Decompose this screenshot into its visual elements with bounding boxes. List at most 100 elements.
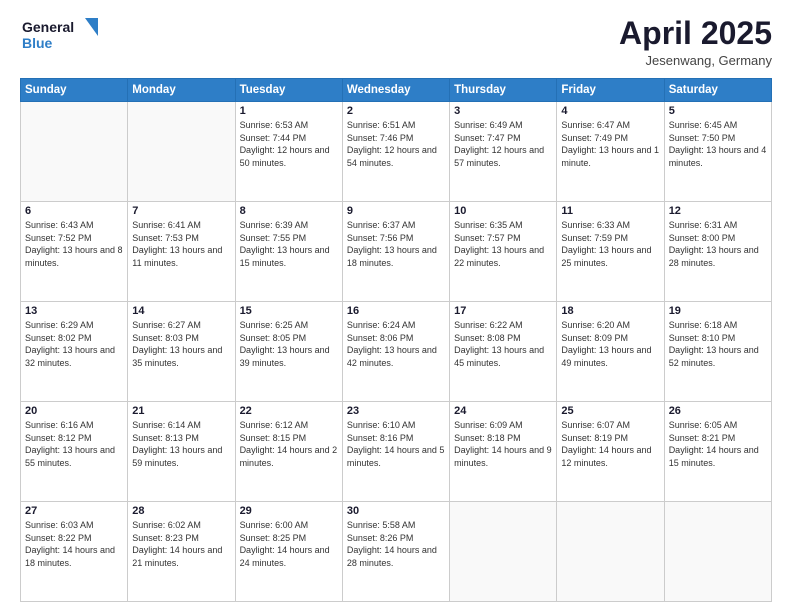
logo-icon: GeneralBlue xyxy=(20,16,100,56)
calendar-table: SundayMondayTuesdayWednesdayThursdayFrid… xyxy=(20,78,772,602)
calendar-cell: 7 Sunrise: 6:41 AM Sunset: 7:53 PM Daylig… xyxy=(128,202,235,302)
day-number: 17 xyxy=(454,305,552,317)
calendar-cell: 9 Sunrise: 6:37 AM Sunset: 7:56 PM Daylig… xyxy=(342,202,449,302)
calendar-cell: 19Sunrise: 6:18 AM Sunset: 8:10 PM Dayli… xyxy=(664,302,771,402)
weekday-header-thursday: Thursday xyxy=(450,79,557,102)
calendar-week-row: 6 Sunrise: 6:43 AM Sunset: 7:52 PM Daylig… xyxy=(21,202,772,302)
calendar-cell xyxy=(21,102,128,202)
day-number: 21 xyxy=(132,405,230,417)
day-info: Sunrise: 6:35 AM Sunset: 7:57 PM Dayligh… xyxy=(454,219,552,269)
calendar-cell xyxy=(128,102,235,202)
day-info: Sunrise: 6:24 AM Sunset: 8:06 PM Dayligh… xyxy=(347,319,445,369)
calendar-cell: 29Sunrise: 6:00 AM Sunset: 8:25 PM Dayli… xyxy=(235,502,342,602)
page: GeneralBlue April 2025 Jesenwang, German… xyxy=(0,0,792,612)
day-number: 14 xyxy=(132,305,230,317)
day-number: 23 xyxy=(347,405,445,417)
calendar-cell: 2 Sunrise: 6:51 AM Sunset: 7:46 PM Daylig… xyxy=(342,102,449,202)
day-info: Sunrise: 6:39 AM Sunset: 7:55 PM Dayligh… xyxy=(240,219,338,269)
svg-text:Blue: Blue xyxy=(22,35,53,51)
calendar-cell: 5 Sunrise: 6:45 AM Sunset: 7:50 PM Daylig… xyxy=(664,102,771,202)
day-info: Sunrise: 6:27 AM Sunset: 8:03 PM Dayligh… xyxy=(132,319,230,369)
day-number: 30 xyxy=(347,505,445,517)
day-info: Sunrise: 6:31 AM Sunset: 8:00 PM Dayligh… xyxy=(669,219,767,269)
day-number: 26 xyxy=(669,405,767,417)
day-number: 6 xyxy=(25,205,123,217)
day-number: 16 xyxy=(347,305,445,317)
calendar-cell: 6 Sunrise: 6:43 AM Sunset: 7:52 PM Daylig… xyxy=(21,202,128,302)
logo: GeneralBlue xyxy=(20,16,100,56)
calendar-cell: 1 Sunrise: 6:53 AM Sunset: 7:44 PM Daylig… xyxy=(235,102,342,202)
day-info: Sunrise: 6:00 AM Sunset: 8:25 PM Dayligh… xyxy=(240,519,338,569)
day-info: Sunrise: 6:29 AM Sunset: 8:02 PM Dayligh… xyxy=(25,319,123,369)
day-number: 15 xyxy=(240,305,338,317)
day-number: 7 xyxy=(132,205,230,217)
day-info: Sunrise: 6:37 AM Sunset: 7:56 PM Dayligh… xyxy=(347,219,445,269)
header: GeneralBlue April 2025 Jesenwang, German… xyxy=(20,16,772,68)
weekday-header-row: SundayMondayTuesdayWednesdayThursdayFrid… xyxy=(21,79,772,102)
weekday-header-wednesday: Wednesday xyxy=(342,79,449,102)
calendar-cell: 4Sunrise: 6:47 AM Sunset: 7:49 PM Daylig… xyxy=(557,102,664,202)
day-number: 5 xyxy=(669,105,767,117)
day-number: 27 xyxy=(25,505,123,517)
day-info: Sunrise: 6:22 AM Sunset: 8:08 PM Dayligh… xyxy=(454,319,552,369)
weekday-header-sunday: Sunday xyxy=(21,79,128,102)
day-number: 12 xyxy=(669,205,767,217)
day-number: 22 xyxy=(240,405,338,417)
day-info: Sunrise: 6:51 AM Sunset: 7:46 PM Dayligh… xyxy=(347,119,445,169)
day-info: Sunrise: 5:58 AM Sunset: 8:26 PM Dayligh… xyxy=(347,519,445,569)
day-info: Sunrise: 6:43 AM Sunset: 7:52 PM Dayligh… xyxy=(25,219,123,269)
calendar-cell: 21 Sunrise: 6:14 AM Sunset: 8:13 PM Dayli… xyxy=(128,402,235,502)
title-block: April 2025 Jesenwang, Germany xyxy=(619,16,772,68)
calendar-cell: 28 Sunrise: 6:02 AM Sunset: 8:23 PM Dayli… xyxy=(128,502,235,602)
calendar-cell xyxy=(557,502,664,602)
calendar-cell: 25Sunrise: 6:07 AM Sunset: 8:19 PM Dayli… xyxy=(557,402,664,502)
calendar-week-row: 27Sunrise: 6:03 AM Sunset: 8:22 PM Dayli… xyxy=(21,502,772,602)
day-info: Sunrise: 6:16 AM Sunset: 8:12 PM Dayligh… xyxy=(25,419,123,469)
day-number: 13 xyxy=(25,305,123,317)
day-number: 24 xyxy=(454,405,552,417)
calendar-cell: 27Sunrise: 6:03 AM Sunset: 8:22 PM Dayli… xyxy=(21,502,128,602)
day-number: 2 xyxy=(347,105,445,117)
weekday-header-tuesday: Tuesday xyxy=(235,79,342,102)
calendar-week-row: 20 Sunrise: 6:16 AM Sunset: 8:12 PM Dayli… xyxy=(21,402,772,502)
day-number: 11 xyxy=(561,205,659,217)
calendar-cell: 22 Sunrise: 6:12 AM Sunset: 8:15 PM Dayli… xyxy=(235,402,342,502)
calendar-cell: 14 Sunrise: 6:27 AM Sunset: 8:03 PM Dayli… xyxy=(128,302,235,402)
day-info: Sunrise: 6:41 AM Sunset: 7:53 PM Dayligh… xyxy=(132,219,230,269)
day-info: Sunrise: 6:18 AM Sunset: 8:10 PM Dayligh… xyxy=(669,319,767,369)
day-info: Sunrise: 6:12 AM Sunset: 8:15 PM Dayligh… xyxy=(240,419,338,469)
calendar-week-row: 1 Sunrise: 6:53 AM Sunset: 7:44 PM Daylig… xyxy=(21,102,772,202)
calendar-cell: 30 Sunrise: 5:58 AM Sunset: 8:26 PM Dayli… xyxy=(342,502,449,602)
calendar-cell: 16 Sunrise: 6:24 AM Sunset: 8:06 PM Dayli… xyxy=(342,302,449,402)
weekday-header-monday: Monday xyxy=(128,79,235,102)
calendar-cell: 17 Sunrise: 6:22 AM Sunset: 8:08 PM Dayli… xyxy=(450,302,557,402)
calendar-week-row: 13 Sunrise: 6:29 AM Sunset: 8:02 PM Dayli… xyxy=(21,302,772,402)
calendar-cell xyxy=(450,502,557,602)
calendar-cell: 23 Sunrise: 6:10 AM Sunset: 8:16 PM Dayli… xyxy=(342,402,449,502)
location-subtitle: Jesenwang, Germany xyxy=(619,53,772,68)
day-info: Sunrise: 6:10 AM Sunset: 8:16 PM Dayligh… xyxy=(347,419,445,469)
day-number: 20 xyxy=(25,405,123,417)
day-number: 18 xyxy=(561,305,659,317)
weekday-header-friday: Friday xyxy=(557,79,664,102)
day-number: 8 xyxy=(240,205,338,217)
svg-text:General: General xyxy=(22,19,74,35)
day-info: Sunrise: 6:09 AM Sunset: 8:18 PM Dayligh… xyxy=(454,419,552,469)
day-info: Sunrise: 6:45 AM Sunset: 7:50 PM Dayligh… xyxy=(669,119,767,169)
day-info: Sunrise: 6:49 AM Sunset: 7:47 PM Dayligh… xyxy=(454,119,552,169)
day-info: Sunrise: 6:14 AM Sunset: 8:13 PM Dayligh… xyxy=(132,419,230,469)
day-info: Sunrise: 6:33 AM Sunset: 7:59 PM Dayligh… xyxy=(561,219,659,269)
day-info: Sunrise: 6:20 AM Sunset: 8:09 PM Dayligh… xyxy=(561,319,659,369)
day-number: 1 xyxy=(240,105,338,117)
calendar-cell: 13 Sunrise: 6:29 AM Sunset: 8:02 PM Dayli… xyxy=(21,302,128,402)
day-number: 28 xyxy=(132,505,230,517)
day-info: Sunrise: 6:02 AM Sunset: 8:23 PM Dayligh… xyxy=(132,519,230,569)
calendar-cell xyxy=(664,502,771,602)
day-info: Sunrise: 6:05 AM Sunset: 8:21 PM Dayligh… xyxy=(669,419,767,469)
day-info: Sunrise: 6:47 AM Sunset: 7:49 PM Dayligh… xyxy=(561,119,659,169)
day-info: Sunrise: 6:53 AM Sunset: 7:44 PM Dayligh… xyxy=(240,119,338,169)
day-number: 3 xyxy=(454,105,552,117)
day-number: 10 xyxy=(454,205,552,217)
day-number: 9 xyxy=(347,205,445,217)
month-title: April 2025 xyxy=(619,16,772,51)
